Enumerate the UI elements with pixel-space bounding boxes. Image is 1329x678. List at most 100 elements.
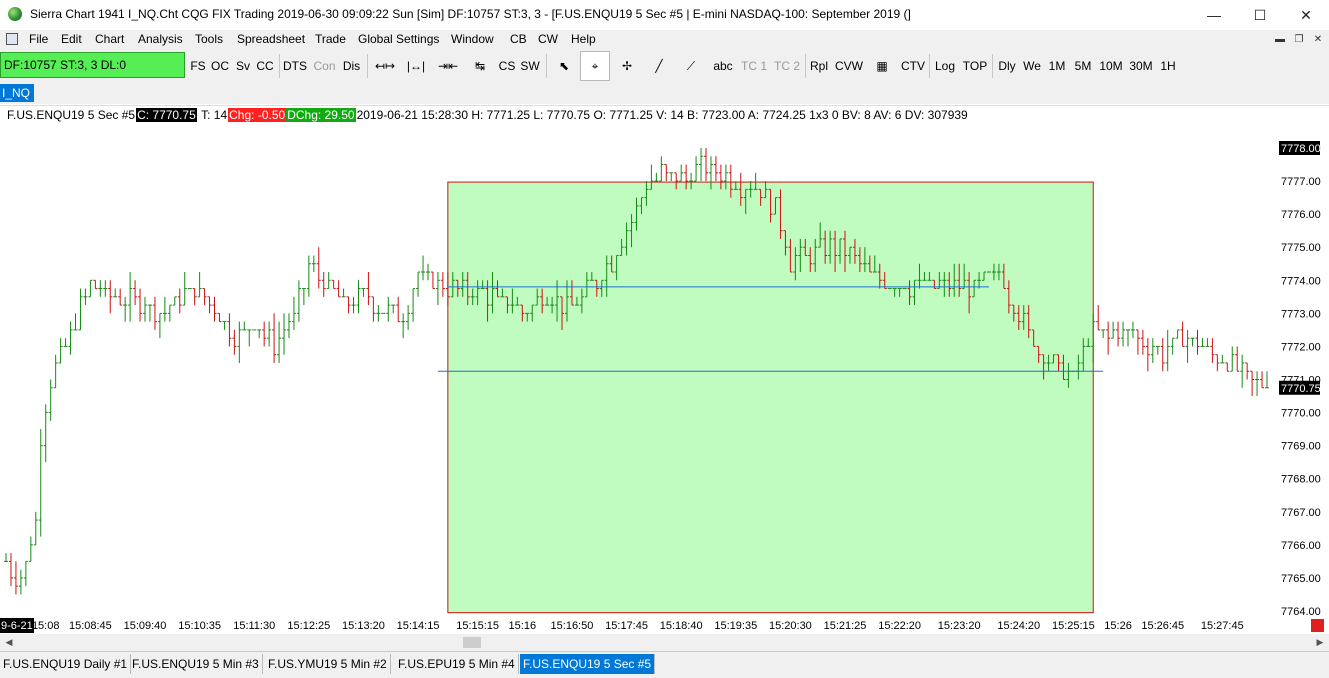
ohlc-bar [1125,329,1130,347]
crosshair-icon[interactable]: ⌖ [580,51,610,81]
compress-bars-icon[interactable]: ⇥⇤ [434,52,462,80]
ohlc-bar [98,280,103,297]
expand-bars-icon[interactable]: ↹ [466,52,494,80]
menu-global-settings[interactable]: Global Settings [358,32,439,46]
ray-tool-icon[interactable]: ⟋ [677,52,705,80]
dts-button[interactable]: DTS [282,52,308,80]
menu-file[interactable]: File [29,32,48,46]
ohlc-bar [654,172,659,182]
ohlc-bar [1235,346,1240,372]
tc1-button[interactable]: TC 1 [739,52,769,80]
text-tool-button[interactable]: abc [710,52,736,80]
10min-button[interactable]: 10M [1097,52,1125,80]
time-tick-label: 15:16 [509,620,537,632]
horizontal-scrollbar[interactable]: ◀ ▶ [0,634,1329,651]
chartbook-tab-strip: I_NQ [0,83,1329,104]
ohlc-bar [93,279,98,290]
con-button[interactable]: Con [311,52,338,80]
sv-button[interactable]: Sv [233,52,253,80]
minimize-button[interactable]: — [1191,0,1237,30]
tab-enqu19-5min[interactable]: F.US.ENQU19 5 Min #3 [129,654,263,674]
close-button[interactable]: ✕ [1283,0,1329,30]
menu-chart[interactable]: Chart [95,32,124,46]
tab-ymu19-5min[interactable]: F.US.YMU19 5 Min #2 [265,654,391,674]
tab-enqu19-5sec[interactable]: F.US.ENQU19 5 Sec #5 [520,654,656,674]
menu-help[interactable]: Help [571,32,596,46]
log-scale-button[interactable]: Log [932,52,958,80]
ohlc-bar [262,321,267,347]
date-label: 9-6-21 [1,620,33,632]
menu-edit[interactable]: Edit [61,32,82,46]
price-tick-label: 7767.00 [1281,507,1321,519]
scale-fit-icon[interactable]: |↔| [402,52,430,80]
ohlc-bar [371,296,376,322]
trade-window-icon[interactable]: ▦ [868,52,896,80]
ctv-button[interactable]: CTV [899,52,927,80]
info-daily-change: DChg: 29.50 [286,108,356,122]
scroll-right-icon[interactable]: ▶ [1313,635,1327,650]
ohlc-bar [222,321,227,330]
daily-button[interactable]: Dly [995,52,1019,80]
scroll-left-icon[interactable]: ◀ [2,635,16,650]
ohlc-bar [1265,371,1269,389]
30min-button[interactable]: 30M [1127,52,1155,80]
scroll-thumb[interactable] [463,637,481,648]
price-tick-label: 7772.00 [1281,341,1321,353]
chart-region[interactable]: 7764.00 7765.00 7766.00 7767.00 7768.00 7769.… [0,105,1329,618]
highlight-rectangle[interactable] [447,181,1094,614]
menu-cb[interactable]: CB [510,32,527,46]
tab-enqu19-daily[interactable]: F.US.ENQU19 Daily #1 [0,654,132,674]
ohlc-bar [1155,345,1160,355]
menu-tools[interactable]: Tools [195,32,223,46]
ohlc-bar [28,536,33,562]
ohlc-bar [386,296,391,322]
5min-button[interactable]: 5M [1071,52,1095,80]
ohlc-bar [1106,321,1111,355]
ohlc-bar [58,338,63,364]
sw-button[interactable]: SW [519,52,541,80]
oc-button[interactable]: OC [209,52,231,80]
fs-button[interactable]: FS [188,52,208,80]
mdi-restore-button[interactable]: ❐ [1291,32,1307,47]
pan-icon[interactable]: ✢ [613,52,641,80]
pointer-icon[interactable]: ⬉ [551,52,577,80]
dis-button[interactable]: Dis [340,52,363,80]
maximize-button[interactable]: ☐ [1237,0,1283,30]
menu-spreadsheet[interactable]: Spreadsheet [237,32,305,46]
time-tick-label: 15:16:50 [551,620,594,632]
ohlc-bar [659,156,664,182]
mdi-minimize-button[interactable]: ▬ [1272,32,1288,47]
price-chart[interactable]: 7764.007765.007766.007767.007768.007769.… [0,106,1329,618]
1hour-button[interactable]: 1H [1157,52,1179,80]
ohlc-bar [1230,346,1235,372]
menu-window[interactable]: Window [451,32,494,46]
menu-cw[interactable]: CW [538,32,558,46]
weekly-button[interactable]: We [1021,52,1043,80]
mdi-close-button[interactable]: ✕ [1310,32,1326,47]
ohlc-bar [123,296,128,322]
ohlc-bar [713,156,718,182]
ohlc-bar [217,312,222,323]
tab-epu19-5min[interactable]: F.US.EPU19 5 Min #4 [395,654,519,674]
cc-button[interactable]: CC [254,52,276,80]
cs-button[interactable]: CS [496,52,518,80]
cvw-button[interactable]: CVW [833,52,865,80]
tc2-button[interactable]: TC 2 [772,52,802,80]
scale-out-icon[interactable]: ↤↦ [371,52,399,80]
menu-trade[interactable]: Trade [315,32,346,46]
top-button[interactable]: TOP [961,52,989,80]
ohlc-bar [366,272,371,306]
1min-button[interactable]: 1M [1045,52,1069,80]
ohlc-bar [1215,354,1220,372]
menu-analysis[interactable]: Analysis [138,32,183,46]
chartbook-tab[interactable]: I_NQ [0,84,34,102]
ohlc-bar [361,288,366,297]
ohlc-bar [237,321,242,363]
ohlc-bar [301,288,306,306]
document-menu-icon[interactable] [6,33,18,45]
ohlc-bar [296,280,301,322]
ohlc-bar [118,288,123,306]
ohlc-bar [1116,321,1121,347]
replay-button[interactable]: Rpl [808,52,830,80]
line-tool-icon[interactable]: ╱ [645,52,673,80]
